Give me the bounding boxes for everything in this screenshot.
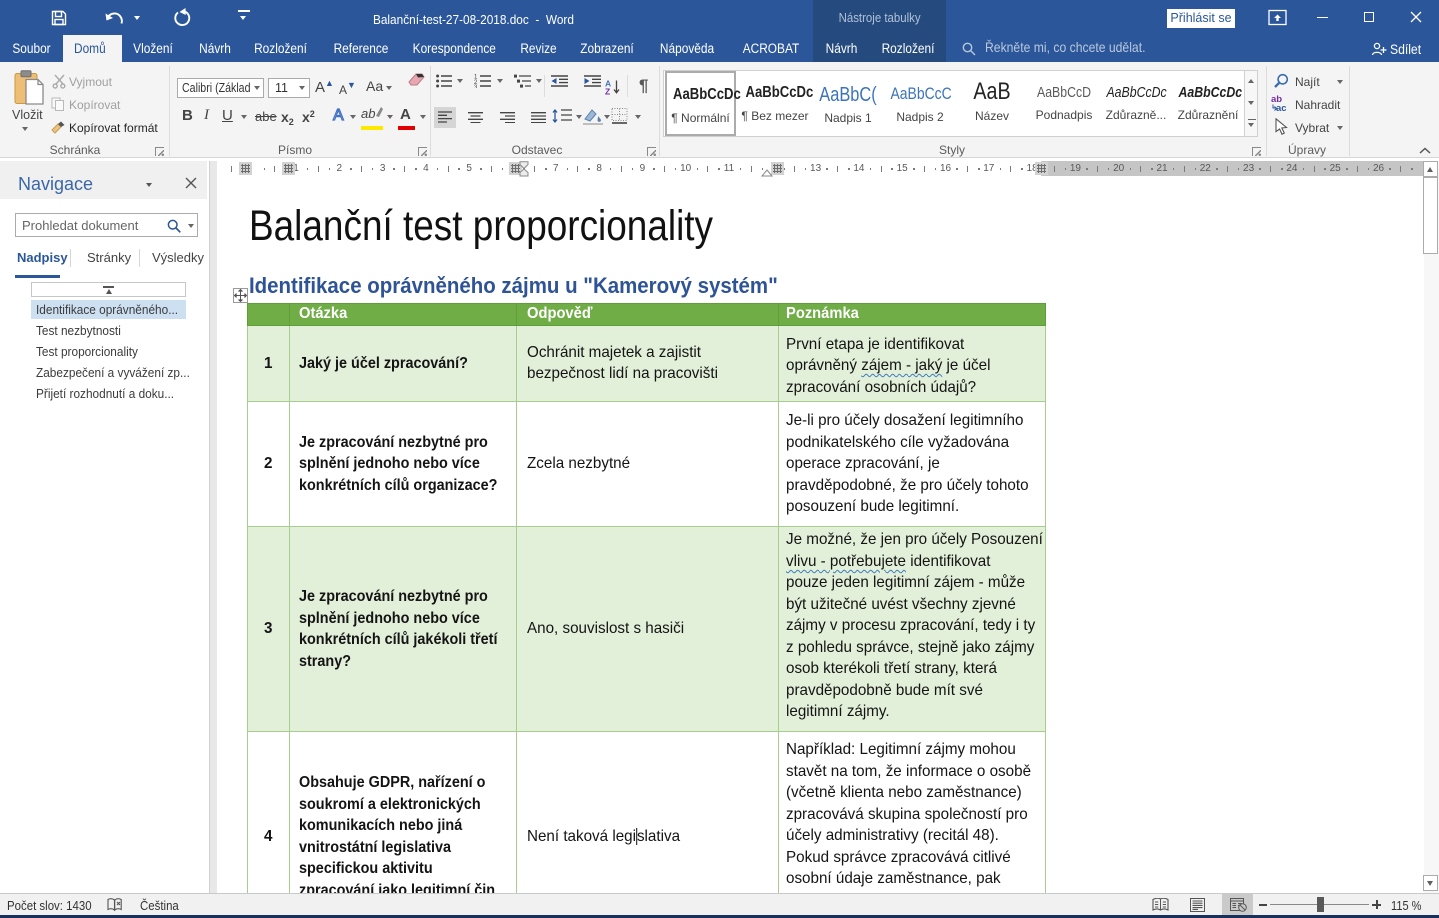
svg-text:3: 3 xyxy=(474,85,478,88)
svg-text:Z: Z xyxy=(605,87,610,96)
svg-text:ac: ac xyxy=(1276,103,1287,112)
